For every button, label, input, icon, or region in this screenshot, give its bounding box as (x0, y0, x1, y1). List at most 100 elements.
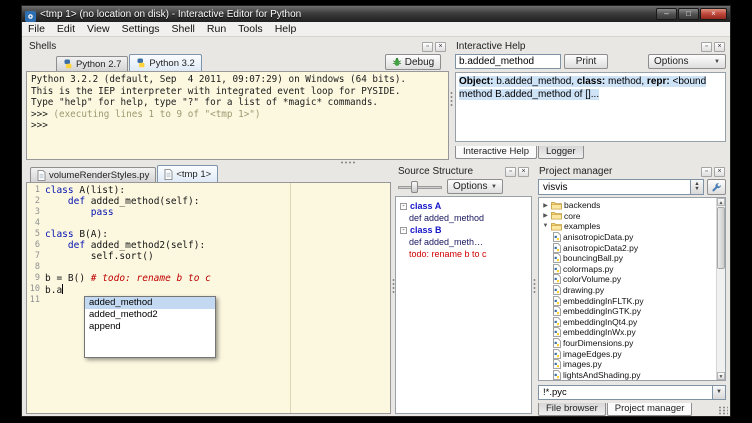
splitter-handle[interactable] (533, 278, 536, 294)
splitter-handle[interactable] (450, 91, 453, 107)
close-icon[interactable]: × (435, 42, 446, 52)
help-tab-interactive-help[interactable]: Interactive Help (455, 146, 537, 159)
debug-button[interactable]: Debug (385, 54, 441, 70)
interactive-help-panel: Interactive Help ▫ × Print Options ▼ Obj… (453, 40, 728, 161)
file-filter-value: !*.pyc (543, 387, 567, 398)
tree-item-file[interactable]: colorVolume.py (539, 274, 725, 285)
shells-header: Shells ▫ × (26, 40, 449, 53)
resize-grip[interactable] (718, 406, 728, 415)
shells-title: Shells (29, 41, 56, 52)
close-icon[interactable]: × (714, 42, 725, 52)
menu-settings[interactable]: Settings (116, 23, 166, 35)
shell-line: Python 3.2.2 (default, Sep 4 2011, 09:07… (31, 74, 444, 86)
title-bar[interactable]: <tmp 1> (no location on disk) - Interact… (22, 6, 730, 22)
menu-run[interactable]: Run (201, 23, 232, 35)
collapse-icon[interactable]: - (400, 227, 407, 234)
slider-handle[interactable] (411, 181, 418, 193)
tree-item-file[interactable]: fourDimensions.py (539, 338, 725, 349)
tree-item-folder[interactable]: ▼examples (539, 221, 725, 232)
scroll-thumb[interactable] (717, 207, 725, 269)
chevron-right-icon[interactable]: ▶ (542, 212, 549, 219)
help-options-button[interactable]: Options ▼ (648, 54, 726, 69)
app-icon (25, 9, 36, 20)
app-window: <tmp 1> (no location on disk) - Interact… (21, 5, 731, 417)
structure-item[interactable]: def added_method (396, 212, 531, 224)
chevron-down-icon[interactable]: ▼ (542, 223, 549, 229)
float-icon[interactable]: ▫ (422, 42, 433, 52)
tree-item-file[interactable]: images.py (539, 359, 725, 370)
file-filter-combo[interactable]: !*.pyc ▼ (538, 385, 726, 400)
autocomplete-item[interactable]: append (85, 321, 215, 333)
float-icon[interactable]: ▫ (701, 167, 712, 177)
print-button[interactable]: Print (564, 54, 608, 69)
dock-tab-project-manager[interactable]: Project manager (607, 403, 693, 416)
code-line: 7 self.sort() (27, 251, 390, 262)
project-selector[interactable]: visvis ▲▼ (538, 179, 704, 195)
minimize-button[interactable]: – (656, 8, 677, 20)
splitter-handle[interactable] (392, 278, 395, 294)
dock-tab-file-browser[interactable]: File browser (538, 403, 606, 416)
structure-item[interactable]: -class B (396, 224, 531, 236)
menu-edit[interactable]: Edit (51, 23, 81, 35)
scroll-down-icon[interactable]: ▼ (717, 372, 725, 380)
tree-item-file[interactable]: lightsAndShading.py (539, 370, 725, 381)
tree-item-folder[interactable]: ▶backends (539, 200, 725, 211)
help-tab-logger[interactable]: Logger (538, 146, 584, 159)
tree-item-file[interactable]: colormaps.py (539, 264, 725, 275)
structure-tree[interactable]: -class Adef added_method-class Bdef adde… (395, 196, 532, 414)
menu-view[interactable]: View (81, 23, 116, 35)
close-button[interactable]: × (700, 8, 727, 20)
tree-item-file[interactable]: bouncingBall.py (539, 253, 725, 264)
tree-item-file[interactable]: imageEdges.py (539, 348, 725, 359)
menu-file[interactable]: File (22, 23, 51, 35)
structure-item[interactable]: -class A (396, 200, 531, 212)
help-content[interactable]: Object: b.added_method, class: method, r… (455, 72, 726, 142)
editor-tab[interactable]: volumeRenderStyles.py (30, 167, 156, 182)
float-icon[interactable]: ▫ (505, 167, 516, 177)
chevron-right-icon[interactable]: ▶ (542, 202, 549, 209)
help-query-input[interactable] (455, 54, 561, 69)
project-config-button[interactable] (707, 179, 726, 195)
shell-tab[interactable]: Python 3.2 (129, 54, 201, 71)
shells-panel: Shells ▫ × Python 2.7Python 3.2 Debug Py… (26, 40, 449, 160)
tree-item-label: fourDimensions.py (563, 338, 633, 348)
tree-item-label: anisotropicData.py (563, 232, 633, 242)
shell-output[interactable]: Python 3.2.2 (default, Sep 4 2011, 09:07… (26, 71, 449, 160)
maximize-button[interactable]: □ (678, 8, 699, 20)
chevron-down-icon: ▼ (714, 59, 720, 65)
project-tree[interactable]: ▶backends▶core▼examplesanisotropicData.p… (538, 197, 726, 381)
collapse-icon[interactable]: - (400, 203, 407, 210)
structure-item[interactable]: def added_method2 (396, 236, 531, 248)
spinner-arrows-icon[interactable]: ▲▼ (690, 180, 703, 194)
chevron-down-icon[interactable]: ▼ (712, 386, 725, 399)
tree-item-file[interactable]: anisotropicData2.py (539, 242, 725, 253)
scroll-up-icon[interactable]: ▲ (717, 198, 725, 206)
close-icon[interactable]: × (714, 167, 725, 177)
tree-item-file[interactable]: anisotropicData.py (539, 232, 725, 243)
float-icon[interactable]: ▫ (701, 42, 712, 52)
structure-options-button[interactable]: Options ▼ (447, 179, 503, 194)
tree-item-label: anisotropicData2.py (563, 243, 638, 253)
autocomplete-item[interactable]: added_method2 (85, 309, 215, 321)
splitter-handle[interactable] (340, 161, 356, 164)
line-number: 2 (27, 196, 45, 207)
structure-item[interactable]: todo: rename b to c (396, 248, 531, 260)
structure-depth-slider[interactable] (398, 181, 442, 193)
tree-item-folder[interactable]: ▶core (539, 211, 725, 222)
shell-tab[interactable]: Python 2.7 (56, 56, 128, 71)
tree-item-file[interactable]: embeddingInWx.py (539, 327, 725, 338)
autocomplete-item[interactable]: added_method (85, 297, 215, 309)
menu-shell[interactable]: Shell (166, 23, 201, 35)
tree-item-label: embeddingInFLTK.py (563, 296, 644, 306)
tree-item-file[interactable]: drawing.py (539, 285, 725, 296)
tree-item-file[interactable]: embeddingInFLTK.py (539, 295, 725, 306)
close-icon[interactable]: × (518, 167, 529, 177)
tree-item-file[interactable]: embeddingInGTK.py (539, 306, 725, 317)
menu-help[interactable]: Help (269, 23, 303, 35)
editor-tab[interactable]: <tmp 1> (157, 165, 218, 182)
tree-item-file[interactable]: embeddingInQt4.py (539, 317, 725, 328)
shell-line: Type "help" for help, type "?" for a lis… (31, 97, 444, 109)
scrollbar[interactable]: ▲ ▼ (716, 198, 725, 380)
line-number: 4 (27, 218, 45, 229)
menu-tools[interactable]: Tools (232, 23, 269, 35)
